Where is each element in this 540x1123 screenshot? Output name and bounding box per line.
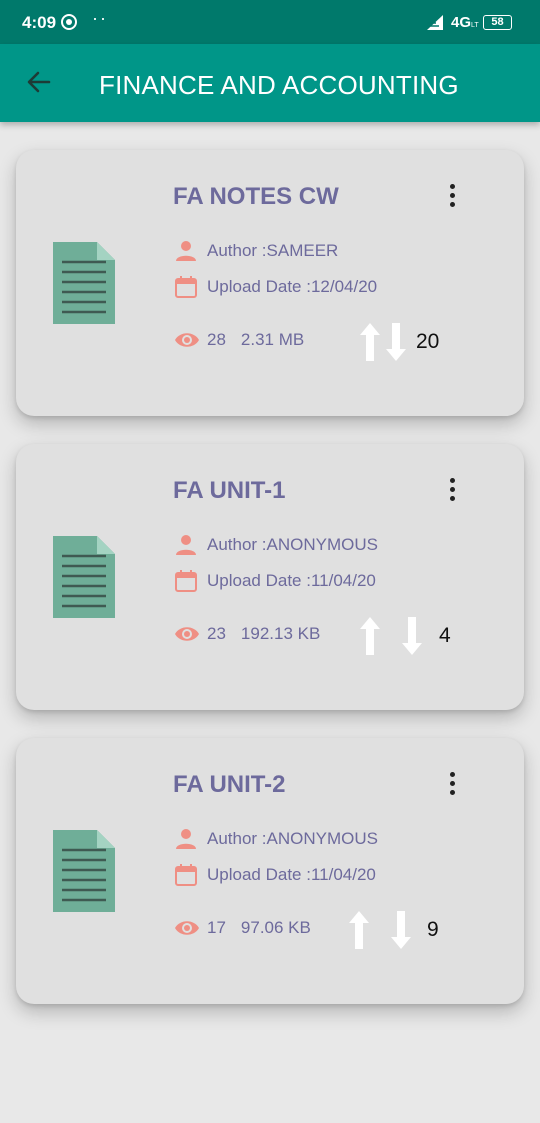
view-count: 17 <box>207 918 226 937</box>
app-bar: FINANCE AND ACCOUNTING <box>0 44 540 122</box>
battery-icon: 58 <box>483 15 512 30</box>
file-size: 97.06 KB <box>240 918 311 937</box>
eye-icon <box>175 627 199 641</box>
upload-date-row: Upload Date :11/04/20 <box>174 863 376 887</box>
upvote-arrow-icon[interactable] <box>359 616 381 656</box>
author-label: Author :ANONYMOUS <box>207 535 378 554</box>
sync-icon <box>61 14 77 30</box>
author-label: Author :SAMEER <box>207 241 339 260</box>
calendar-icon <box>175 276 197 298</box>
downvote-arrow-icon[interactable] <box>390 910 412 950</box>
eye-icon <box>175 921 199 935</box>
document-title: FA UNIT-2 <box>173 771 286 798</box>
downvote-arrow-icon[interactable] <box>401 616 423 656</box>
document-card[interactable]: FA NOTES CW Author :SAMEER Upload Date :… <box>16 150 524 416</box>
status-time: 4:09 <box>22 13 57 32</box>
author-label: Author :ANONYMOUS <box>207 829 378 848</box>
network-label: 4G <box>451 14 472 31</box>
calendar-icon <box>175 570 197 592</box>
author-row: Author :ANONYMOUS <box>174 827 378 851</box>
more-vert-icon[interactable] <box>443 478 463 504</box>
author-row: Author :SAMEER <box>174 239 338 263</box>
upvote-arrow-icon[interactable] <box>359 322 381 362</box>
document-icon <box>53 536 115 618</box>
notification-dots: ·· <box>92 8 108 28</box>
downvote-arrow-icon[interactable] <box>385 322 407 362</box>
network-type: 4GLT <box>451 14 479 31</box>
upload-date-label: Upload Date :12/04/20 <box>207 277 378 296</box>
upload-date-row: Upload Date :11/04/20 <box>174 569 376 593</box>
stats-row: 23 192.13 KB <box>174 624 320 644</box>
more-vert-icon[interactable] <box>443 184 463 210</box>
file-size: 2.31 MB <box>240 330 305 349</box>
document-icon <box>53 830 115 912</box>
view-count: 23 <box>207 624 226 643</box>
person-icon <box>176 535 196 555</box>
stats-row: 17 97.06 KB <box>174 918 311 938</box>
stats-row: 28 2.31 MB <box>174 330 304 350</box>
more-vert-icon[interactable] <box>443 772 463 798</box>
signal-icon <box>427 15 443 30</box>
vote-count: 4 <box>439 624 451 647</box>
document-title: FA NOTES CW <box>173 183 339 210</box>
upload-date-label: Upload Date :11/04/20 <box>207 571 376 590</box>
vote-count: 9 <box>427 918 439 941</box>
network-sub-label: LT <box>471 22 479 29</box>
upvote-arrow-icon[interactable] <box>348 910 370 950</box>
document-icon <box>53 242 115 324</box>
document-card[interactable]: FA UNIT-2 Author :ANONYMOUS Upload Date … <box>16 738 524 1004</box>
status-bar: 4:09 ·· 4GLT 58 <box>0 0 540 44</box>
author-row: Author :ANONYMOUS <box>174 533 378 557</box>
person-icon <box>176 241 196 261</box>
upload-date-row: Upload Date :12/04/20 <box>174 275 377 299</box>
file-size: 192.13 KB <box>240 624 321 643</box>
person-icon <box>176 829 196 849</box>
document-title: FA UNIT-1 <box>173 477 286 504</box>
vote-count: 20 <box>416 330 440 353</box>
upload-date-label: Upload Date :11/04/20 <box>207 865 376 884</box>
calendar-icon <box>175 864 197 886</box>
back-arrow-icon[interactable] <box>24 67 54 97</box>
eye-icon <box>175 333 199 347</box>
view-count: 28 <box>207 330 226 349</box>
page-title: FINANCE AND ACCOUNTING <box>99 70 459 100</box>
document-card[interactable]: FA UNIT-1 Author :ANONYMOUS Upload Date … <box>16 444 524 710</box>
